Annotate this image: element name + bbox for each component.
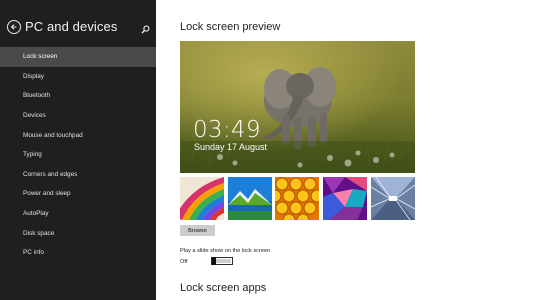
sidebar-item-devices[interactable]: Devices — [0, 106, 156, 126]
sidebar-item-label: AutoPlay — [23, 210, 49, 218]
main-content: Lock screen preview 03:49 Sunday 17 Augu… — [156, 0, 534, 300]
slideshow-label: Play a slide show on the lock screen — [180, 248, 271, 254]
sidebar-item-disk-space[interactable]: Disk space — [0, 223, 156, 243]
sidebar-header: PC and devices — [0, 14, 156, 42]
sidebar-item-bluetooth[interactable]: Bluetooth — [0, 86, 156, 106]
sidebar-item-label: PC info — [23, 249, 44, 257]
sidebar-item-corners-and-edges[interactable]: Corners and edges — [0, 165, 156, 185]
tunnel-lights-image — [371, 177, 415, 220]
geometric-cubes-image — [323, 177, 367, 220]
slideshow-toggle[interactable] — [211, 257, 233, 265]
sidebar-item-label: Bluetooth — [23, 92, 51, 100]
lock-screen-date: Sunday 17 August — [194, 142, 268, 152]
search-icon — [141, 25, 150, 34]
sidebar-title: PC and devices — [25, 19, 118, 34]
search-button[interactable] — [141, 21, 153, 34]
sidebar-item-label: Disk space — [23, 229, 55, 237]
honeycomb-image — [275, 177, 319, 220]
sidebar-item-label: Mouse and touchpad — [23, 131, 83, 139]
sidebar-item-label: Display — [23, 72, 44, 80]
sidebar-item-label: Devices — [23, 112, 46, 120]
mountain-lake-image — [228, 177, 272, 220]
toggle-track — [216, 259, 231, 263]
sidebar-item-label: Lock screen — [23, 53, 58, 61]
thumbnail-colorful-stripes[interactable] — [180, 177, 224, 220]
sidebar-item-power-and-sleep[interactable]: Power and sleep — [0, 184, 156, 204]
thumbnail-honeycomb[interactable] — [275, 177, 319, 220]
apps-heading: Lock screen apps — [180, 282, 267, 294]
sidebar-item-label: Power and sleep — [23, 190, 71, 198]
sidebar-item-autoplay[interactable]: AutoPlay — [0, 204, 156, 224]
sidebar-item-mouse-and-touchpad[interactable]: Mouse and touchpad — [0, 125, 156, 145]
lock-screen-clock: 03:49 — [193, 117, 261, 143]
back-button[interactable] — [7, 20, 21, 34]
toggle-knob — [212, 257, 216, 265]
sidebar-list: Lock screen Display Bluetooth Devices Mo… — [0, 47, 156, 263]
sidebar-item-typing[interactable]: Typing — [0, 145, 156, 165]
slideshow-state: Off — [180, 259, 188, 265]
sidebar-item-display[interactable]: Display — [0, 67, 156, 87]
colorful-stripes-image — [180, 177, 224, 220]
sidebar-item-lock-screen[interactable]: Lock screen — [0, 47, 156, 67]
sidebar: PC and devices Lock screen Display Bluet… — [0, 0, 156, 300]
lock-screen-preview: 03:49 Sunday 17 August — [180, 41, 415, 173]
browse-button[interactable]: Browse — [180, 225, 215, 236]
thumbnail-mountain-lake[interactable] — [228, 177, 272, 220]
wallpaper-thumbnails — [180, 177, 415, 220]
back-arrow-icon — [10, 24, 17, 30]
preview-heading: Lock screen preview — [180, 21, 281, 33]
sidebar-item-label: Typing — [23, 151, 42, 159]
thumbnail-geometric-cubes[interactable] — [323, 177, 367, 220]
thumbnail-tunnel-lights[interactable] — [371, 177, 415, 220]
sidebar-item-pc-info[interactable]: PC info — [0, 243, 156, 263]
elephant-wallpaper-image — [180, 41, 415, 173]
sidebar-item-label: Corners and edges — [23, 170, 78, 178]
